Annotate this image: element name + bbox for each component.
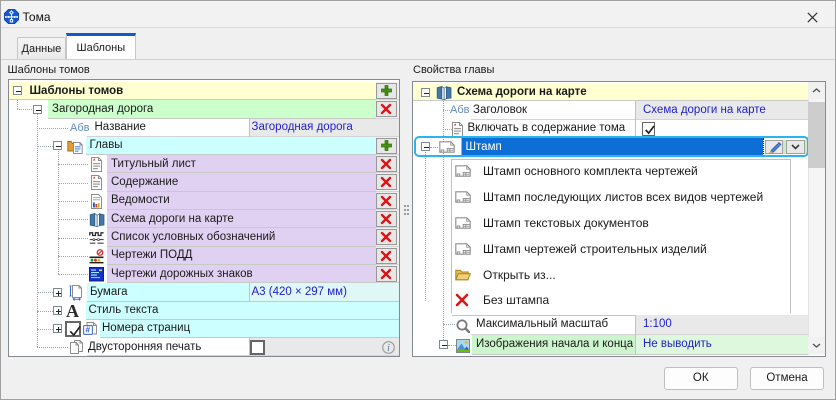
svg-text:i: i [387, 343, 390, 354]
svg-text:#: # [85, 325, 90, 335]
